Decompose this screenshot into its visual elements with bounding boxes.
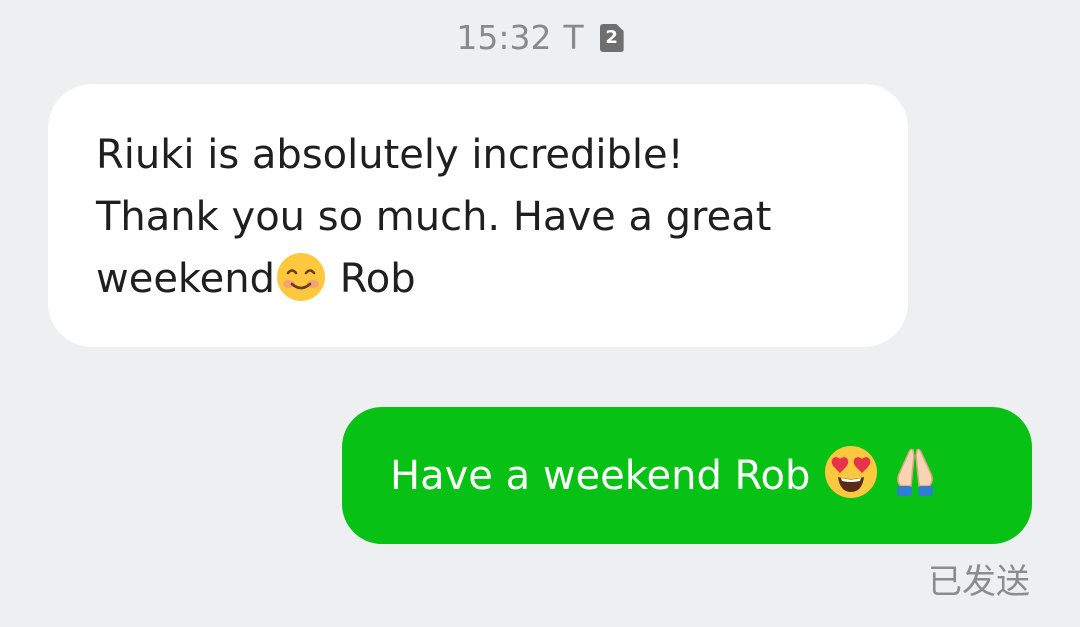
sim-slot-number: 2 (605, 27, 618, 48)
outgoing-message-bubble[interactable]: Have a weekend Rob (342, 407, 1032, 544)
smiling-face-icon (275, 251, 327, 303)
incoming-message-line-3-text: weekend (96, 256, 276, 302)
timestamp-time: 15:32 (456, 18, 552, 57)
incoming-message-line-1: Riuki is absolutely incredible! (96, 132, 684, 178)
message-sent-status: 已发送 (928, 562, 1030, 602)
heart-eyes-icon (823, 444, 879, 500)
incoming-message-bubble[interactable]: Riuki is absolutely incredible! Thank yo… (48, 84, 908, 347)
incoming-message-line-3: weekend Rob (96, 248, 860, 310)
incoming-message-line-2: Thank you so much. Have a great (96, 194, 772, 240)
chat-screen: 15:32 T 2 Riuki is absolutely incredible… (0, 0, 1080, 627)
incoming-message-signoff: Rob (327, 256, 416, 302)
sim-card-icon: 2 (599, 24, 624, 52)
outgoing-message-text: Have a weekend Rob (390, 452, 824, 499)
folded-hands-icon (889, 444, 941, 500)
carrier-label: T (563, 18, 584, 57)
message-timestamp: 15:32 T 2 (0, 16, 1080, 60)
